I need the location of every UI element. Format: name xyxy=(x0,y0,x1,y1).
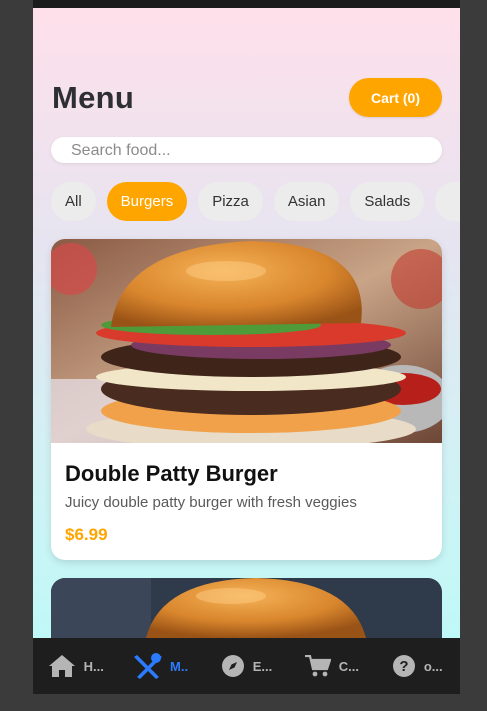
compass-icon xyxy=(221,655,244,677)
nav-item-home[interactable]: H... xyxy=(33,638,118,694)
nav-label-home: H... xyxy=(83,658,104,674)
nav-item-menu[interactable]: M.. xyxy=(118,638,203,694)
nav-label-help: o... xyxy=(423,658,443,674)
home-icon xyxy=(48,655,75,677)
bottom-navigation: H... M.. E... C... ? o... xyxy=(33,638,460,694)
category-chip-all[interactable]: All xyxy=(51,182,96,221)
search-input[interactable] xyxy=(69,137,433,165)
cart-button[interactable]: Cart (0) xyxy=(349,78,442,117)
menu-item-price: $6.99 xyxy=(65,525,108,544)
app-screen: Menu Cart (0) All Burgers Pizza Asian Sa… xyxy=(33,0,460,694)
page-title: Menu xyxy=(52,80,135,115)
help-icon: ? xyxy=(392,655,415,677)
menu-item-card[interactable]: Double Patty Burger Juicy double patty b… xyxy=(51,239,442,560)
status-bar xyxy=(33,0,460,8)
nav-item-cart[interactable]: C... xyxy=(289,638,374,694)
category-chip-overflow[interactable] xyxy=(435,182,460,221)
cart-icon xyxy=(304,655,331,677)
nav-item-explore[interactable]: E... xyxy=(204,638,289,694)
search-bar xyxy=(51,137,442,165)
svg-text:?: ? xyxy=(399,658,408,675)
nav-label-menu: M.. xyxy=(170,658,189,674)
category-filter: All Burgers Pizza Asian Salads xyxy=(51,182,460,222)
utensils-icon xyxy=(134,653,163,679)
menu-item-description: Juicy double patty burger with fresh veg… xyxy=(65,494,357,511)
nav-label-cart: C... xyxy=(338,658,359,674)
category-chip-salads[interactable]: Salads xyxy=(350,182,425,221)
nav-label-explore: E... xyxy=(252,658,273,674)
category-chip-pizza[interactable]: Pizza xyxy=(198,182,263,221)
category-chip-asian[interactable]: Asian xyxy=(273,182,340,221)
category-chip-burgers[interactable]: Burgers xyxy=(106,182,188,221)
burger-image xyxy=(51,239,442,443)
menu-item-name: Double Patty Burger xyxy=(65,461,278,486)
nav-item-help[interactable]: ? o... xyxy=(375,638,460,694)
